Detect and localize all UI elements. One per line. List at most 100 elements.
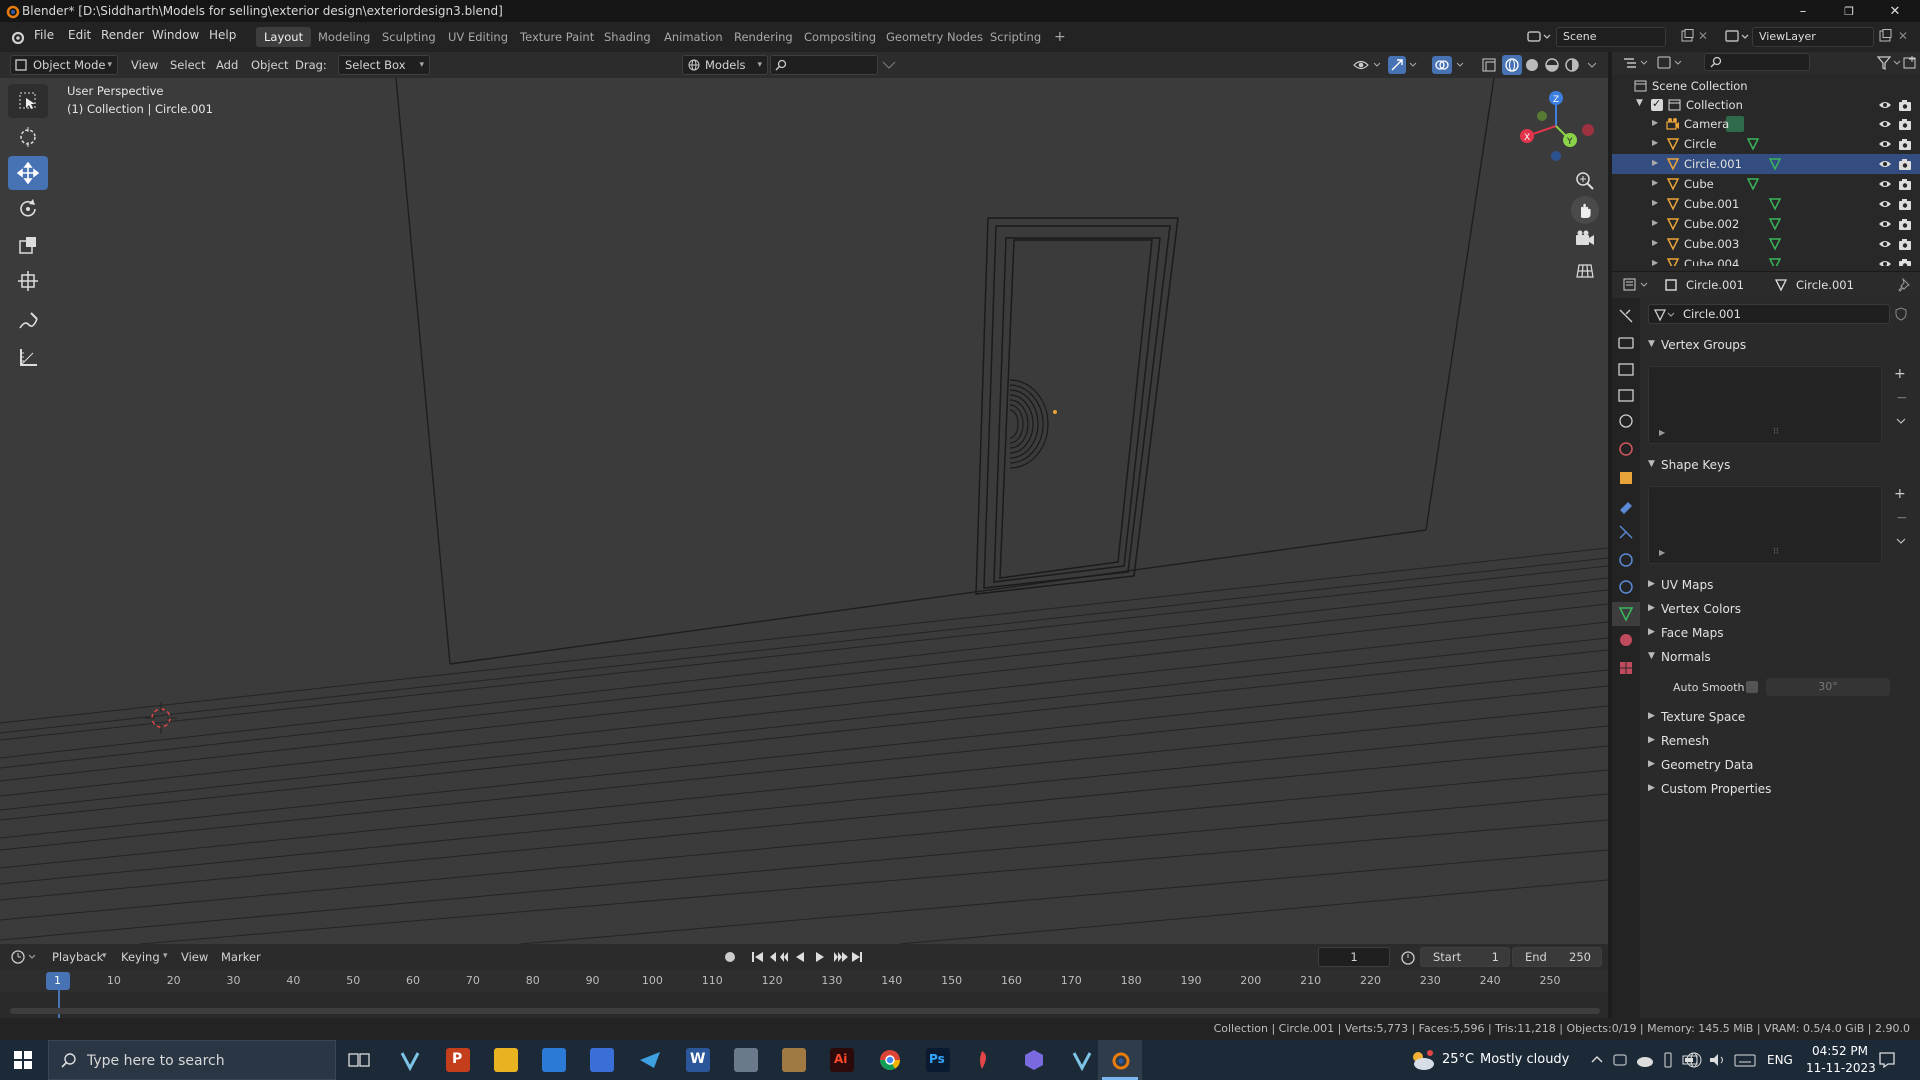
vertex-colors-panel-header[interactable]: ▶ Vertex Colors: [1640, 599, 1908, 621]
scene-selector-icon[interactable]: [1526, 28, 1552, 46]
cloud-sync-icon[interactable]: [1636, 1052, 1654, 1068]
render-camera-icon[interactable]: [1898, 197, 1912, 211]
taskbar-search-input[interactable]: Type here to search: [48, 1040, 336, 1080]
chrome-icon[interactable]: [878, 1048, 902, 1072]
delete-view-layer-icon[interactable]: ✕: [1898, 29, 1908, 43]
menu-file[interactable]: File: [34, 28, 54, 42]
view-layer-selector-icon[interactable]: [1724, 28, 1750, 46]
cursor-tool[interactable]: [8, 120, 48, 154]
render-camera-icon[interactable]: [1898, 217, 1912, 231]
pan-hand-button[interactable]: [1571, 196, 1599, 224]
editor-type-icon[interactable]: [1622, 55, 1652, 71]
menu-marker[interactable]: Marker: [221, 947, 261, 967]
expand-chevron-icon[interactable]: ▶: [1652, 218, 1658, 227]
select-box-tool[interactable]: [8, 84, 48, 118]
render-camera-icon[interactable]: [1898, 98, 1912, 112]
auto-smooth-angle-field[interactable]: 30°: [1766, 678, 1890, 696]
render-camera-icon[interactable]: [1898, 257, 1912, 266]
vivaldi-second-icon[interactable]: [1070, 1048, 1094, 1072]
menu-object[interactable]: Object: [251, 55, 288, 75]
show-hidden-icons-icon[interactable]: [1590, 1053, 1604, 1067]
render-camera-icon[interactable]: [1898, 157, 1912, 171]
menu-window[interactable]: Window: [152, 28, 199, 42]
tab-geometry-nodes[interactable]: Geometry Nodes: [878, 27, 991, 47]
windows-start-icon[interactable]: [14, 1051, 32, 1069]
paper-plane-icon[interactable]: [638, 1048, 662, 1072]
tab-modeling[interactable]: Modeling: [310, 27, 378, 47]
filter-icon[interactable]: [1876, 55, 1904, 71]
render-camera-icon[interactable]: [1898, 117, 1912, 131]
3d-viewport[interactable]: User Perspective (1) Collection | Circle…: [0, 78, 1608, 944]
display-mode-icon[interactable]: [1656, 55, 1686, 71]
keyboard-icon[interactable]: [1734, 1052, 1756, 1068]
properties-editor-type-icon[interactable]: [1622, 277, 1652, 293]
menu-add[interactable]: Add: [216, 55, 238, 75]
face-maps-panel-header[interactable]: ▶ Face Maps: [1640, 623, 1908, 645]
outliner-item[interactable]: ▶ Cube.001: [1612, 194, 1920, 214]
fake-user-shield-icon[interactable]: [1894, 307, 1908, 321]
move-tool[interactable]: [8, 156, 48, 190]
search-options-icon[interactable]: [880, 59, 898, 71]
notes-app-icon[interactable]: [734, 1048, 758, 1072]
outliner-search-input[interactable]: [1704, 53, 1810, 71]
blender-taskbar-button[interactable]: [1098, 1040, 1142, 1080]
remesh-panel-header[interactable]: ▶ Remesh: [1640, 731, 1908, 753]
store-icon[interactable]: [590, 1048, 614, 1072]
blender-menu-icon[interactable]: [9, 29, 25, 45]
network-icon[interactable]: [1686, 1052, 1702, 1068]
eye-icon[interactable]: [1878, 99, 1892, 111]
volume-icon[interactable]: [1708, 1052, 1726, 1068]
add-workspace-button[interactable]: +: [1046, 27, 1074, 47]
drag-select-box-dropdown[interactable]: Select Box ▾: [338, 55, 430, 75]
outliner-item[interactable]: ▶ Cube.003: [1612, 234, 1920, 254]
outliner-item[interactable]: ▶ Cube.002: [1612, 214, 1920, 234]
menu-select[interactable]: Select: [170, 55, 205, 75]
eye-icon[interactable]: [1878, 198, 1892, 210]
annotate-tool[interactable]: [8, 304, 48, 338]
tab-animation[interactable]: Animation: [656, 27, 731, 47]
visibility-filter-icon[interactable]: [1352, 57, 1384, 73]
usb-device-icon[interactable]: [1662, 1051, 1674, 1069]
file-explorer-icon[interactable]: [494, 1048, 518, 1072]
menu-help[interactable]: Help: [209, 28, 236, 42]
minimize-button[interactable]: –: [1780, 0, 1826, 22]
vertex-groups-panel-header[interactable]: ▼ Vertex Groups: [1640, 335, 1908, 357]
illustrator-icon[interactable]: Ai: [830, 1048, 854, 1072]
tab-sculpting[interactable]: Sculpting: [374, 27, 444, 47]
outliner-collection[interactable]: ▼ ✓ Collection: [1612, 95, 1920, 115]
measure-tool[interactable]: [8, 340, 48, 374]
playback-controls[interactable]: [722, 949, 862, 965]
mail-icon[interactable]: [542, 1048, 566, 1072]
menu-view[interactable]: View: [131, 55, 158, 75]
gizmo-toggle-icon[interactable]: [1388, 56, 1420, 74]
camera-view-icon[interactable]: [1574, 228, 1596, 250]
expand-chevron-icon[interactable]: ▶: [1652, 198, 1658, 207]
expand-chevron-icon[interactable]: ▼: [1636, 98, 1643, 108]
texture-space-panel-header[interactable]: ▶ Texture Space: [1640, 707, 1908, 729]
new-view-layer-icon[interactable]: [1878, 29, 1892, 43]
close-button[interactable]: ✕: [1872, 0, 1918, 22]
expand-chevron-icon[interactable]: ▶: [1652, 258, 1658, 266]
paint-app-icon[interactable]: [974, 1048, 998, 1072]
messenger-icon[interactable]: [1022, 1048, 1046, 1072]
clock-time[interactable]: 04:52 PM: [1812, 1044, 1868, 1058]
shading-mode-buttons[interactable]: [1502, 55, 1586, 75]
normals-panel-header[interactable]: ▼ Normals: [1640, 647, 1908, 669]
tab-scripting[interactable]: Scripting: [982, 27, 1049, 47]
zoom-icon[interactable]: [1574, 170, 1596, 192]
eye-icon[interactable]: [1878, 238, 1892, 250]
shape-keys-list[interactable]: ▶ ⁝⁝: [1648, 486, 1882, 564]
new-collection-icon[interactable]: [1902, 55, 1918, 71]
overlays-toggle-icon[interactable]: [1432, 56, 1468, 74]
vertex-groups-list[interactable]: ▶ ⁝⁝: [1648, 366, 1882, 444]
list-resize-handle[interactable]: ⁝⁝: [1773, 427, 1779, 437]
models-dropdown[interactable]: Models ▾: [682, 55, 768, 75]
scale-tool[interactable]: [8, 228, 48, 262]
library-app-icon[interactable]: [782, 1048, 806, 1072]
photoshop-icon[interactable]: Ps: [926, 1048, 950, 1072]
eye-icon[interactable]: [1878, 178, 1892, 190]
auto-smooth-checkbox[interactable]: [1746, 681, 1758, 693]
pin-icon[interactable]: [1898, 278, 1912, 292]
expand-chevron-icon[interactable]: ▶: [1652, 118, 1658, 127]
remove-shape-key-button[interactable]: −: [1896, 510, 1908, 526]
